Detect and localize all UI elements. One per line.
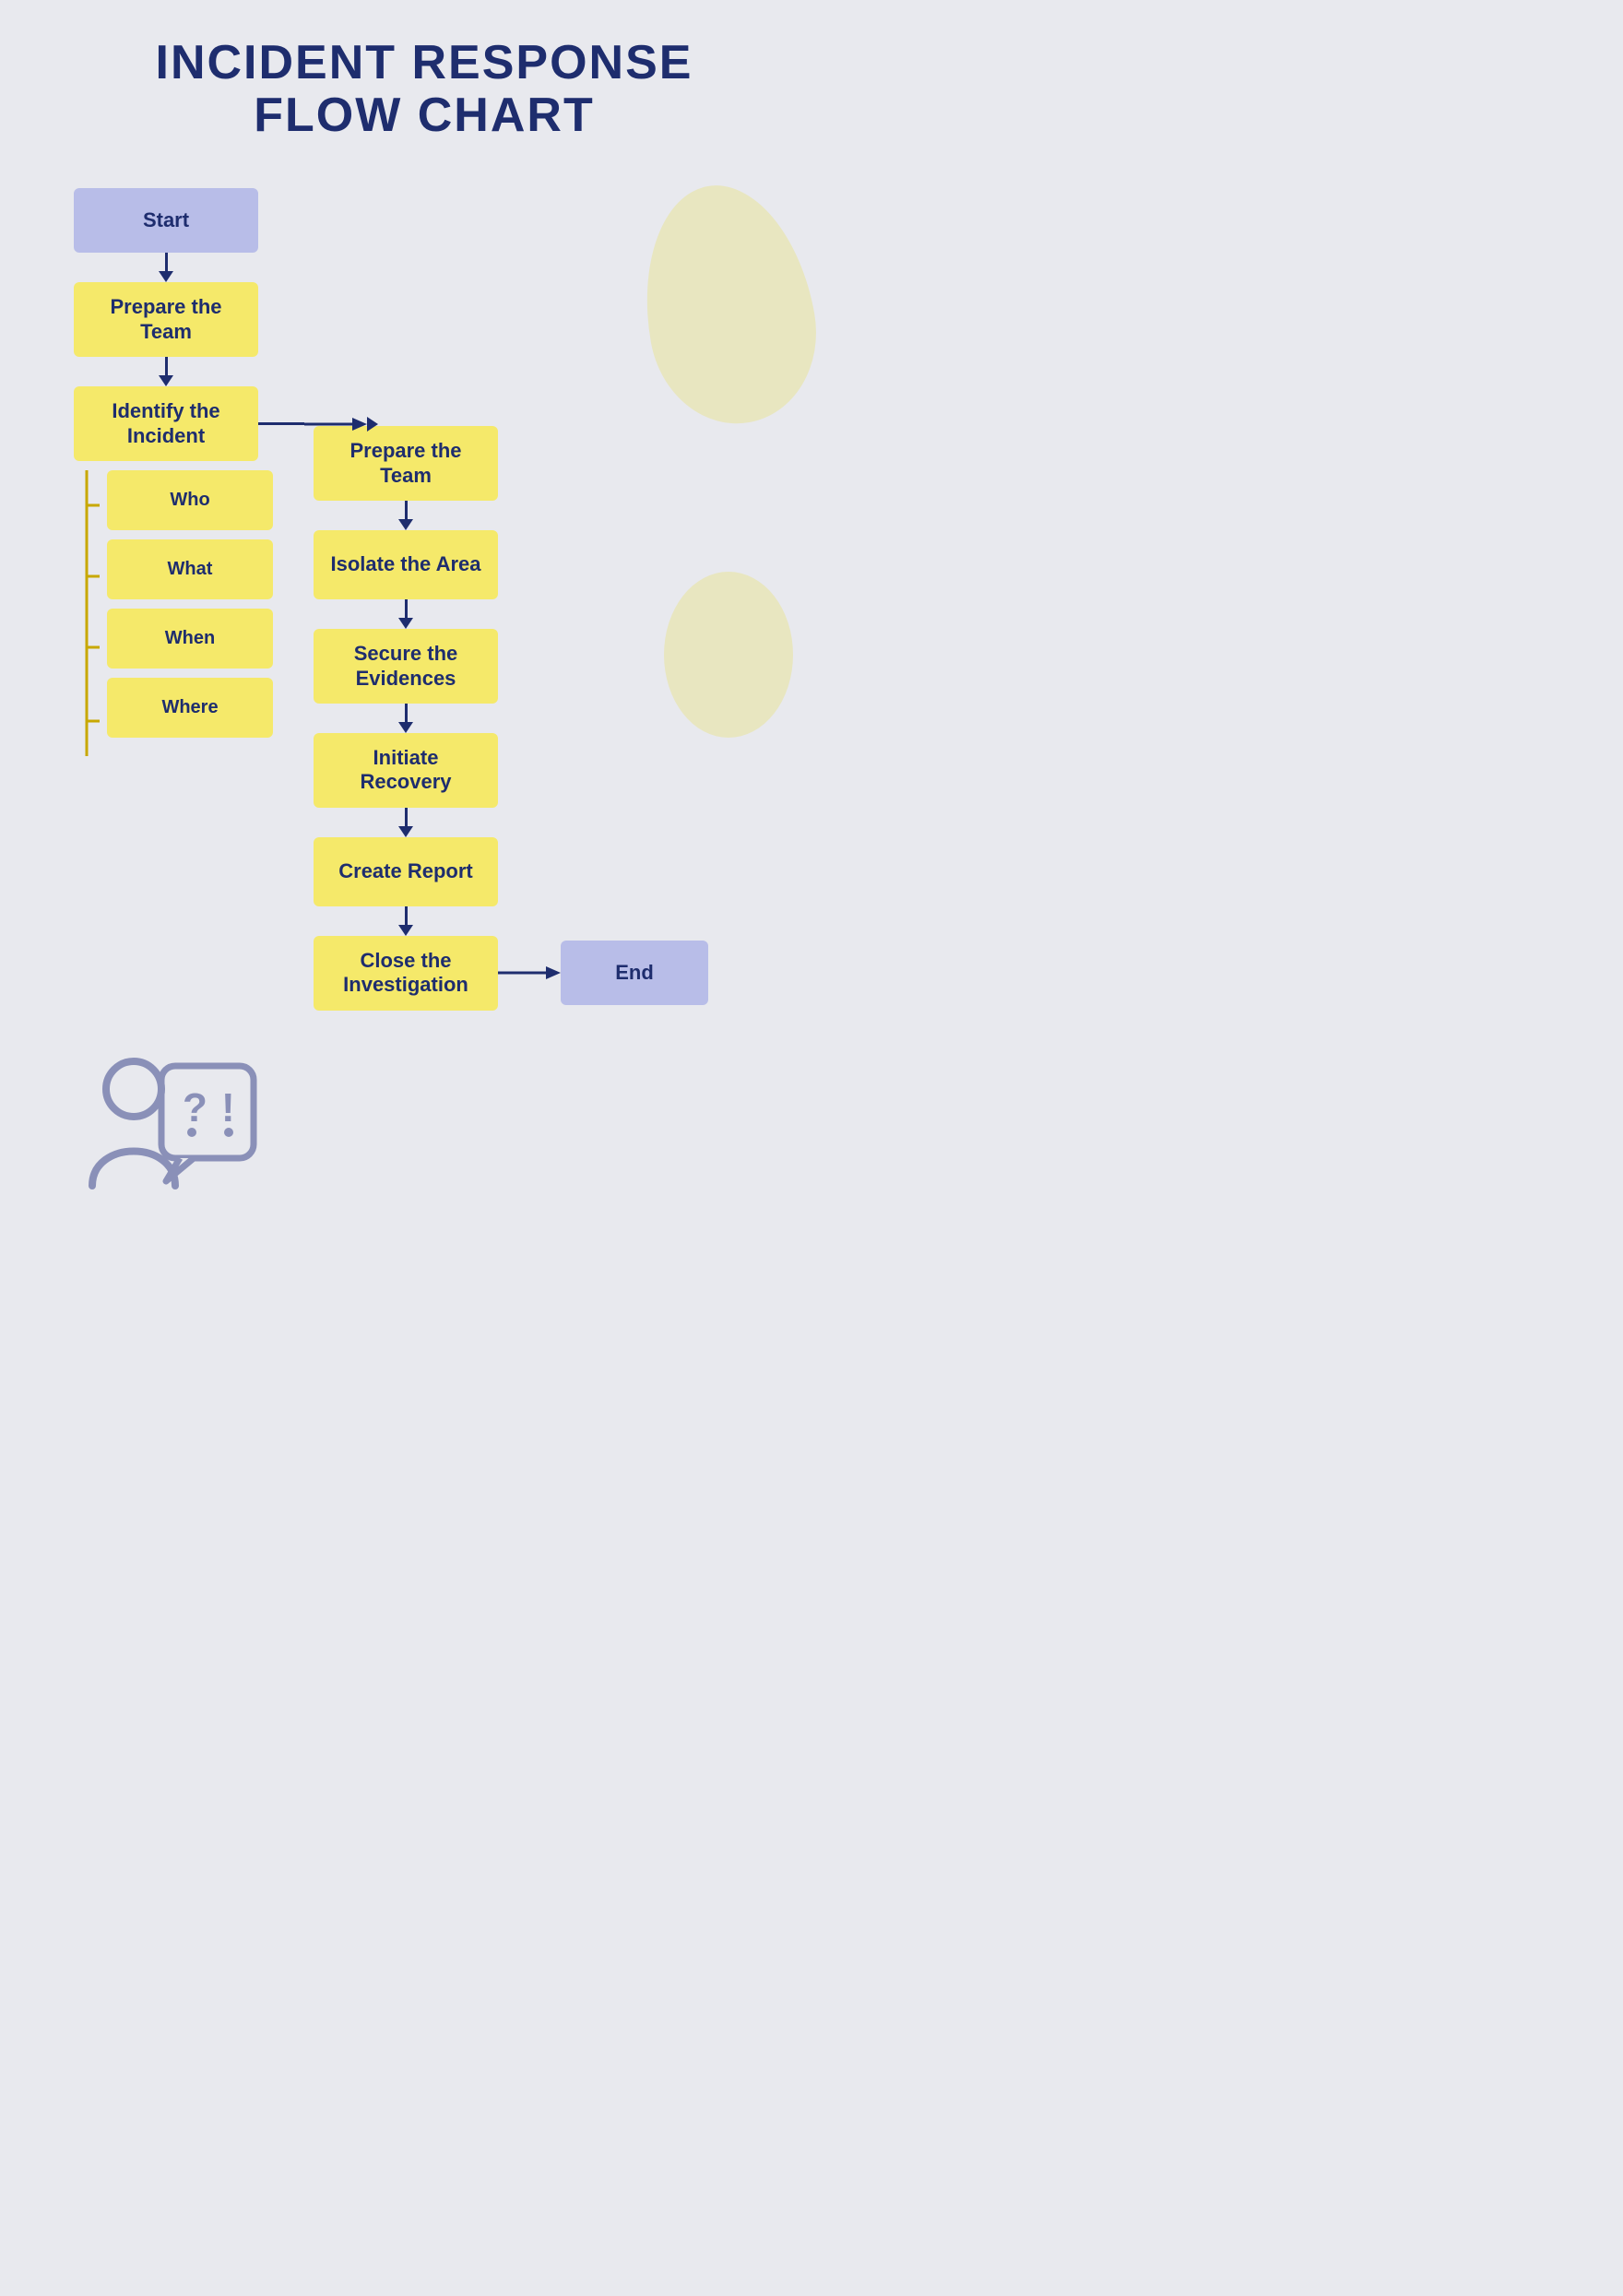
start-box: Start — [74, 188, 258, 253]
page-title: INCIDENT RESPONSE FLOW CHART — [37, 37, 812, 142]
arrow-down-1 — [159, 253, 173, 282]
arrow-right-svg — [304, 415, 367, 433]
identify-incident-box: Identify the Incident — [74, 386, 258, 461]
what-box: What — [107, 539, 273, 599]
initiate-recovery-box: Initiate Recovery — [314, 733, 498, 808]
end-box: End — [561, 941, 708, 1005]
arrow-down-r3 — [398, 704, 413, 733]
arrow-down-r5 — [398, 906, 413, 936]
isolate-area-box: Isolate the Area — [314, 530, 498, 599]
prepare-team-box-2: Prepare the Team — [314, 426, 498, 501]
when-box: When — [107, 609, 273, 669]
prepare-team-box-1: Prepare the Team — [74, 282, 258, 357]
secure-evidences-box: Secure the Evidences — [314, 629, 498, 704]
arrow-down-r4 — [398, 808, 413, 837]
arrow-down-r1 — [398, 501, 413, 530]
arrow-down-2 — [159, 357, 173, 386]
arrow-down-r2 — [398, 599, 413, 629]
svg-text:?: ? — [183, 1085, 207, 1130]
svg-text:!: ! — [221, 1085, 235, 1130]
bracket-svg — [74, 470, 100, 756]
arrow-right-to-prepare — [258, 415, 378, 433]
bottom-section: ? ! — [37, 1038, 812, 1227]
person-chat-icon: ? ! — [74, 1038, 258, 1223]
where-box: Where — [107, 678, 273, 738]
who-box: Who — [107, 470, 273, 530]
left-flow-column: Start Prepare the Team Identify the Inci… — [65, 188, 267, 756]
create-report-box: Create Report — [314, 837, 498, 906]
right-flow-column: Prepare the Team Isolate the Area Secure… — [304, 426, 507, 1010]
arrow-right-to-end-svg — [498, 964, 561, 982]
sub-items-container: Who What When Where — [65, 470, 267, 756]
close-investigation-box: Close the Investigation — [314, 936, 498, 1011]
sub-boxes: Who What When Where — [107, 470, 273, 756]
